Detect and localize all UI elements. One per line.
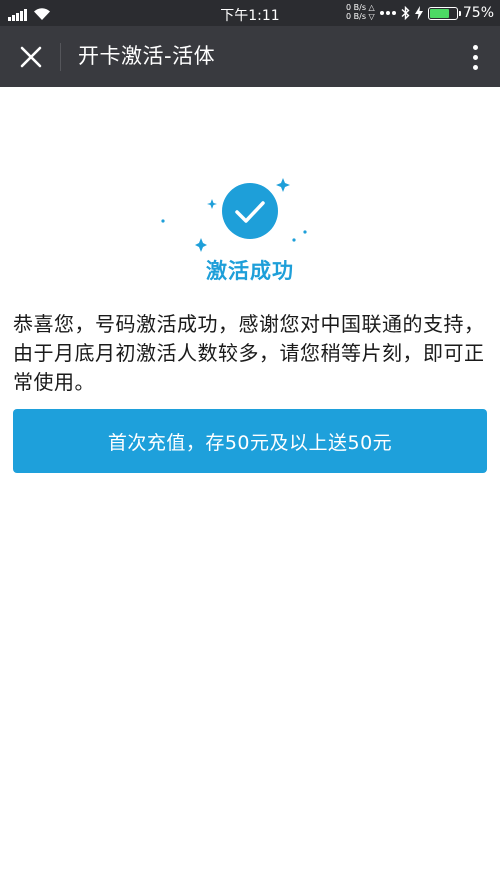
charging-icon xyxy=(414,6,423,20)
more-dots-icon xyxy=(379,11,396,15)
network-upload-speed: 0 B/s △ xyxy=(346,3,375,12)
first-recharge-button[interactable]: 首次充值，存50元及以上送50元 xyxy=(13,409,487,473)
title-divider xyxy=(60,43,61,71)
battery-icon xyxy=(427,6,461,20)
battery-percent: 75% xyxy=(462,5,494,21)
network-speed: 0 B/s △ 0 B/s ▽ xyxy=(346,3,375,21)
check-circle-icon xyxy=(161,178,307,252)
close-icon xyxy=(20,46,42,68)
battery-level-fill xyxy=(429,8,450,18)
page-title: 开卡激活-活体 xyxy=(78,44,216,68)
network-download-speed: 0 B/s ▽ xyxy=(346,12,375,21)
status-bar: 下午1:11 0 B/s △ 0 B/s ▽ 75% xyxy=(0,0,500,26)
success-title: 激活成功 xyxy=(206,259,294,283)
title-bar: 开卡激活-活体 xyxy=(0,26,500,87)
status-right: 75% xyxy=(379,4,494,22)
success-message: 恭喜您，号码激活成功，感谢您对中国联通的支持，由于月底月初激活人数较多，请您稍等… xyxy=(13,312,485,394)
close-button[interactable] xyxy=(12,38,50,76)
more-vertical-icon[interactable] xyxy=(464,40,486,74)
bluetooth-icon xyxy=(401,6,410,20)
